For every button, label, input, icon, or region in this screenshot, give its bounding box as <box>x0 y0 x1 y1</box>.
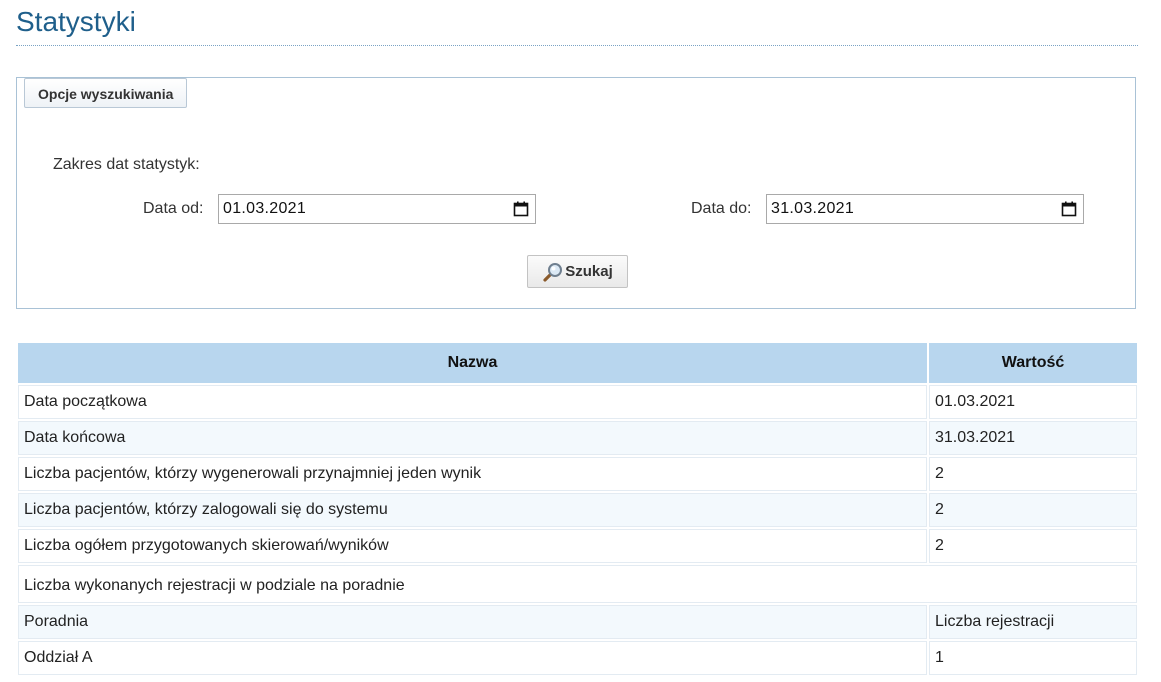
row-name: Oddział A <box>18 641 927 675</box>
section-title-row: Liczba wykonanych rejestracji w podziale… <box>18 565 1137 603</box>
magnifier-icon <box>543 262 563 282</box>
date-from-input[interactable]: 01.03.2021 <box>218 194 536 224</box>
sub-header-row: Poradnia Liczba rejestracji <box>18 605 1137 639</box>
calendar-icon[interactable] <box>1061 201 1077 217</box>
date-from-value: 01.03.2021 <box>223 200 307 217</box>
sub-header-clinic: Poradnia <box>18 605 927 639</box>
calendar-icon[interactable] <box>513 201 529 217</box>
page-title: Statystyki <box>16 6 136 37</box>
row-name: Data początkowa <box>18 385 927 419</box>
row-value: 01.03.2021 <box>929 385 1137 419</box>
table-row: Data końcowa 31.03.2021 <box>18 421 1137 455</box>
row-name: Liczba pacjentów, którzy wygenerowali pr… <box>18 457 927 491</box>
column-header-value: Wartość <box>929 343 1137 383</box>
table-row: Oddział A 1 <box>18 641 1137 675</box>
row-value: 2 <box>929 529 1137 563</box>
table-row: Liczba ogółem przygotowanych skierowań/w… <box>18 529 1137 563</box>
date-to-input[interactable]: 31.03.2021 <box>766 194 1084 224</box>
statistics-table: Nazwa Wartość Data początkowa 01.03.2021… <box>16 341 1139 677</box>
table-row: Liczba pacjentów, którzy zalogowali się … <box>18 493 1137 527</box>
column-header-name: Nazwa <box>18 343 927 383</box>
date-range-label: Zakres dat statystyk: <box>53 156 200 173</box>
row-value: 2 <box>929 457 1137 491</box>
date-to-label: Data do: <box>691 200 752 217</box>
table-row: Liczba pacjentów, którzy wygenerowali pr… <box>18 457 1137 491</box>
table-row: Data początkowa 01.03.2021 <box>18 385 1137 419</box>
row-value: 1 <box>929 641 1137 675</box>
row-name: Data końcowa <box>18 421 927 455</box>
search-button[interactable]: Szukaj <box>527 255 628 288</box>
date-to-value: 31.03.2021 <box>771 200 855 217</box>
row-name: Liczba ogółem przygotowanych skierowań/w… <box>18 529 927 563</box>
sub-header-registrations: Liczba rejestracji <box>929 605 1137 639</box>
search-options-panel: Opcje wyszukiwania Zakres dat statystyk:… <box>16 77 1136 309</box>
section-title: Liczba wykonanych rejestracji w podziale… <box>18 565 1137 603</box>
search-button-label: Szukaj <box>565 263 613 280</box>
title-divider <box>16 45 1138 46</box>
date-from-label: Data od: <box>143 200 204 217</box>
table-header-row: Nazwa Wartość <box>18 343 1137 383</box>
search-options-legend: Opcje wyszukiwania <box>24 78 188 108</box>
row-value: 2 <box>929 493 1137 527</box>
row-name: Liczba pacjentów, którzy zalogowali się … <box>18 493 927 527</box>
row-value: 31.03.2021 <box>929 421 1137 455</box>
